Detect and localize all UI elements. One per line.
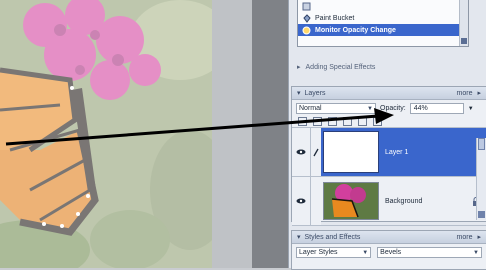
workspace-gutter	[252, 0, 288, 268]
scroll-down-icon[interactable]	[478, 211, 485, 218]
styles-titlebar[interactable]: ▾ Styles and Effects more ▸	[292, 231, 486, 244]
chevron-down-icon: ▼	[367, 105, 373, 112]
lock-all-icon[interactable]	[373, 116, 382, 126]
collapse-triangle-icon[interactable]: ▾	[297, 89, 301, 97]
layers-panel: ▾ Layers more ▸ Normal ▼ Opacity: 44% ▼	[291, 86, 486, 226]
layer-1-overlay	[0, 0, 212, 268]
styles-effects-panel: ▾ Styles and Effects more ▸ Layer Styles…	[291, 230, 486, 270]
actions-set-label: Adding Special Effects	[305, 63, 376, 71]
blend-row: Normal ▼ Opacity: 44% ▼	[292, 100, 486, 115]
collapse-triangle-icon[interactable]: ▾	[297, 233, 301, 241]
scroll-down-icon[interactable]	[461, 38, 467, 44]
photo-thumbnail	[323, 182, 379, 220]
blend-mode-value: Normal	[299, 105, 322, 112]
action-item-label: Paint Bucket	[315, 14, 355, 22]
layers-titlebar[interactable]: ▾ Layers more ▸	[292, 87, 486, 100]
trash-icon[interactable]	[328, 116, 337, 126]
layers-scrollbar[interactable]	[476, 138, 486, 220]
styles-row: Layer Styles ▼ Bevels ▼	[292, 244, 486, 259]
paint-bucket-icon	[302, 13, 311, 23]
layer-row-background[interactable]: Background	[292, 177, 486, 226]
opacity-field[interactable]: 44%	[409, 103, 464, 114]
layer-name: Background	[385, 197, 423, 205]
palette-bin: Paint Bucket Monitor Opacity Change ▸ Ad…	[288, 0, 486, 270]
brush-indicator	[311, 128, 321, 176]
action-item-monitor-opacity-change[interactable]: Monitor Opacity Change	[298, 24, 468, 36]
opacity-value: 44%	[413, 105, 428, 112]
visibility-toggle[interactable]	[292, 128, 311, 176]
layer-tools-row	[292, 115, 486, 128]
blend-mode-select[interactable]: Normal ▼	[296, 103, 376, 114]
style-category-value: Layer Styles	[299, 249, 338, 256]
pasteboard-area	[212, 0, 252, 268]
document-canvas[interactable]	[0, 0, 212, 268]
brush-icon	[313, 148, 319, 156]
actions-footer[interactable]: ▸ Adding Special Effects	[297, 60, 483, 74]
action-item[interactable]	[298, 0, 468, 12]
action-item-paint-bucket[interactable]: Paint Bucket	[298, 12, 468, 24]
opacity-label: Opacity:	[380, 105, 406, 112]
chevron-down-icon: ▼	[473, 249, 479, 256]
panel-menu-icon[interactable]: ▸	[477, 89, 481, 97]
scrollbar-thumb[interactable]	[478, 138, 485, 150]
link-icon[interactable]	[343, 116, 352, 126]
action-step-icon	[302, 26, 311, 35]
layer-thumbnail	[323, 179, 379, 223]
visibility-toggle[interactable]	[292, 177, 311, 225]
eye-icon	[296, 198, 306, 204]
chevron-down-icon: ▼	[362, 249, 369, 256]
adjustment-layer-icon[interactable]	[313, 116, 322, 126]
triangle-right-icon[interactable]: ▸	[297, 63, 301, 71]
style-subcategory-value: Bevels	[380, 249, 402, 256]
chevron-down-icon[interactable]: ▼	[468, 106, 474, 112]
style-category-select[interactable]: Layer Styles ▼	[296, 247, 372, 258]
new-layer-icon[interactable]	[298, 116, 307, 126]
panel-menu-icon[interactable]: ▸	[477, 233, 481, 241]
layer-name: Layer 1	[385, 148, 409, 156]
layer-thumbnail	[323, 130, 379, 174]
actions-panel: Paint Bucket Monitor Opacity Change	[297, 0, 469, 47]
actions-scrollbar[interactable]	[459, 0, 468, 46]
layers-title: Layers	[304, 89, 326, 97]
link-indicator	[311, 177, 321, 225]
more-button[interactable]: more	[457, 90, 473, 97]
styles-title: Styles and Effects	[304, 233, 361, 241]
white-thumbnail	[323, 131, 379, 173]
lock-transparent-icon[interactable]	[358, 116, 367, 126]
action-item-label: Monitor Opacity Change	[315, 26, 396, 34]
action-item-icon	[302, 2, 311, 11]
eye-icon	[296, 149, 306, 155]
style-subcategory-select[interactable]: Bevels ▼	[377, 247, 482, 258]
more-button[interactable]: more	[457, 234, 473, 241]
layer-row-layer-1[interactable]: Layer 1	[292, 128, 486, 177]
